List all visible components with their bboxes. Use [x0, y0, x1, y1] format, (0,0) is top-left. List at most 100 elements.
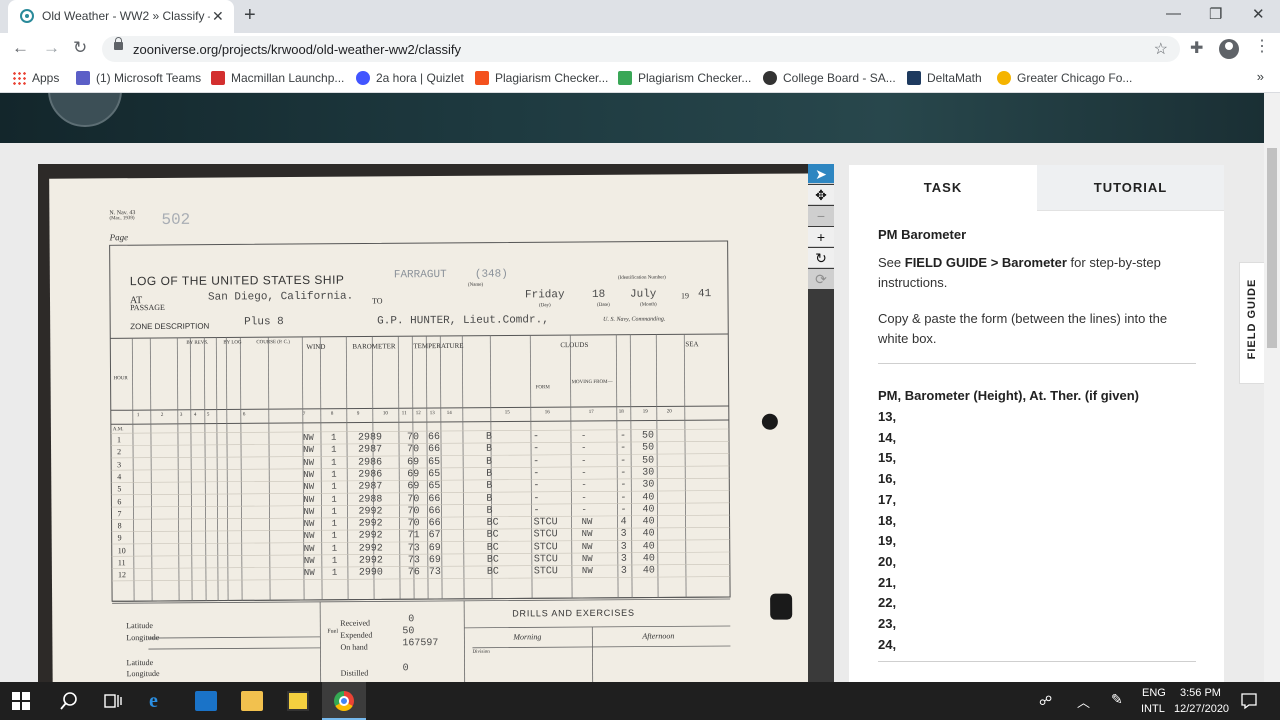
log-cell-wet: 66: [427, 432, 441, 444]
input-language[interactable]: ENG: [1142, 687, 1166, 699]
tab-task[interactable]: TASK: [849, 165, 1037, 211]
move-pan-icon[interactable]: ✥: [808, 185, 834, 205]
form-line: 21,: [878, 574, 897, 590]
field-guide-tab[interactable]: FIELD GUIDE: [1239, 262, 1264, 384]
bookmark-greater-chicago[interactable]: Greater Chicago Fo...: [997, 71, 1132, 85]
log-cell-amt: 3: [620, 529, 627, 541]
log-cell-dry: 76: [407, 567, 420, 579]
more-bookmarks-icon[interactable]: »: [1257, 69, 1264, 84]
log-cell-bar: 2990: [358, 567, 383, 579]
log-date: 18: [591, 288, 606, 301]
log-cell-bar: 2989: [357, 432, 383, 444]
search-icon[interactable]: [58, 691, 80, 711]
scrollbar-thumb[interactable]: [1267, 148, 1277, 348]
plagiarism-checker-r-icon: [618, 71, 632, 85]
log-cell-h: 8: [117, 521, 122, 531]
file-explorer-icon[interactable]: [241, 691, 263, 711]
bookmark-macmillan[interactable]: Macmillan Launchp...: [211, 71, 344, 85]
bookmark-plagiarism-1[interactable]: Plagiarism Checker...: [475, 71, 608, 85]
close-window-icon[interactable]: ✕: [1252, 5, 1265, 23]
zoom-out-icon[interactable]: −: [808, 206, 834, 226]
bookmark-plagiarism-2[interactable]: Plagiarism Checker...: [618, 71, 751, 85]
field-guide-link-text: FIELD GUIDE > Barometer: [904, 255, 1067, 270]
forward-arrow-icon[interactable]: →: [43, 38, 60, 58]
bookmark-star-icon[interactable]: ☆: [1154, 39, 1168, 59]
log-cell-vis: 40: [642, 553, 655, 565]
bookmark-teams[interactable]: (1) Microsoft Teams: [76, 71, 201, 85]
clock-date[interactable]: 12/27/2020: [1174, 703, 1229, 715]
clock-time[interactable]: 3:56 PM: [1180, 687, 1221, 699]
maximize-window-icon[interactable]: ❐: [1209, 5, 1222, 23]
back-arrow-icon[interactable]: ←: [12, 38, 29, 58]
people-icon[interactable]: ☍: [1039, 693, 1052, 709]
task-view-icon[interactable]: [102, 691, 124, 711]
zoom-in-icon[interactable]: +: [808, 227, 834, 247]
log-cell-dir: NW: [303, 531, 315, 542]
page-scrollbar[interactable]: [1264, 93, 1280, 682]
browser-tab-strip: Old Weather - WW2 » Classify — ✕ + — ❐ ✕: [0, 0, 1280, 33]
profile-avatar-icon[interactable]: [1219, 39, 1239, 59]
log-cell-dir: NW: [302, 432, 314, 443]
bookmark-apps[interactable]: Apps: [12, 71, 59, 85]
chrome-taskbar-button[interactable]: [322, 682, 366, 720]
show-hidden-icons-chevron-icon[interactable]: ︿: [1077, 692, 1090, 711]
log-cell-f: 1: [331, 531, 338, 542]
pen-workspace-icon[interactable]: ✎: [1111, 691, 1123, 708]
notifications-icon[interactable]: [1240, 692, 1258, 710]
received-label: Received: [340, 618, 371, 628]
log-cell-mov: NW: [581, 553, 593, 565]
quizlet-icon: [356, 71, 370, 85]
form-bottom-divider: [878, 661, 1196, 662]
passage-label: PASSAGE: [130, 302, 165, 313]
browser-menu-icon[interactable]: ⋮: [1254, 36, 1270, 56]
new-tab-button[interactable]: +: [244, 4, 256, 27]
macmillan-icon: [211, 71, 225, 85]
tab-tutorial[interactable]: TUTORIAL: [1037, 165, 1224, 211]
windows-start-icon[interactable]: [12, 692, 30, 710]
bookmark-college-board[interactable]: College Board - SA...: [763, 71, 896, 85]
log-cell-amt: -: [620, 443, 627, 455]
ship-log-image: N. Nav. 43 (Mar., 1939) 502 Page LOG OF …: [49, 173, 808, 682]
column-number: 16: [544, 410, 550, 416]
zooniverse-favicon-icon: [20, 9, 34, 23]
subject-viewer[interactable]: N. Nav. 43 (Mar., 1939) 502 Page LOG OF …: [38, 164, 808, 682]
minimize-window-icon[interactable]: —: [1166, 5, 1181, 22]
project-avatar[interactable]: [48, 93, 122, 127]
mail-icon[interactable]: [195, 691, 217, 711]
log-cell-dry: 70: [406, 432, 420, 444]
address-bar[interactable]: zooniverse.org/projects/krwood/old-weath…: [102, 36, 1180, 62]
log-cell-wx: B: [486, 480, 493, 492]
rotate-icon[interactable]: ↻: [808, 248, 834, 268]
sticky-notes-icon[interactable]: [287, 691, 309, 711]
bookmark-quizlet[interactable]: 2a hora | Quizlet: [356, 71, 464, 85]
name-caption: (Name): [467, 282, 484, 288]
extensions-puzzle-icon[interactable]: ✚: [1190, 38, 1203, 58]
annotate-pointer-icon[interactable]: ➤: [808, 164, 834, 184]
log-cell-f: 1: [331, 568, 338, 579]
log-cell-wx: BC: [486, 542, 499, 554]
bookmark-deltamath[interactable]: DeltaMath: [907, 71, 982, 85]
browser-tab-active[interactable]: Old Weather - WW2 » Classify — ✕: [8, 0, 234, 33]
edge-browser-icon[interactable]: e: [149, 691, 171, 711]
reset-view-icon[interactable]: ⟳: [808, 269, 834, 289]
fuel-received: 0: [408, 614, 415, 626]
close-tab-icon[interactable]: ✕: [212, 8, 224, 25]
log-cell-h: 12: [117, 570, 126, 580]
drills-header: DRILLS AND EXERCISES: [512, 607, 635, 619]
log-cell-vis: 50: [641, 430, 655, 442]
teams-icon: [76, 71, 90, 85]
log-cell-dir: NW: [303, 445, 314, 456]
latitude-label: Latitude: [126, 621, 153, 631]
reload-icon[interactable]: ↻: [73, 38, 87, 58]
ident-caption: (Identification Number): [617, 275, 666, 281]
column-number: 8: [330, 411, 334, 417]
column-number: 15: [504, 410, 510, 416]
form-line: 16,: [878, 471, 897, 487]
column-number: 5: [206, 412, 210, 418]
keyboard-layout[interactable]: INTL: [1141, 703, 1165, 715]
log-cell-amt: -: [620, 467, 627, 479]
log-cell-dir: NW: [303, 494, 315, 505]
log-cell-wet: 69: [428, 542, 441, 554]
log-cell-dry: 70: [407, 518, 420, 530]
log-cell-form: -: [533, 455, 540, 467]
